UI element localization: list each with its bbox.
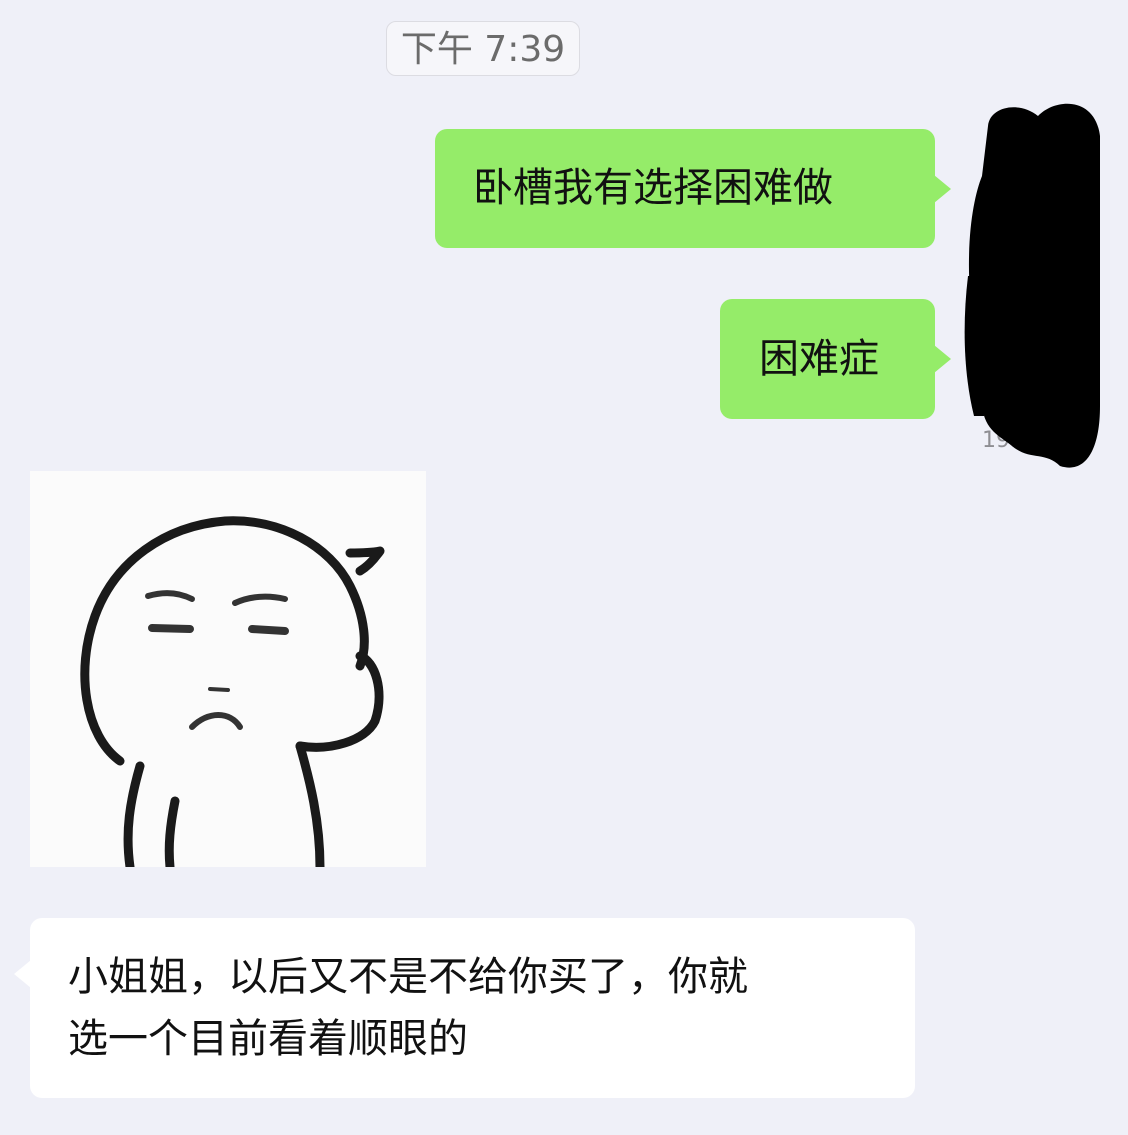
redaction-scribble xyxy=(964,103,1100,468)
thinking-face-sticker-image xyxy=(80,516,385,872)
chat-screen: 下午 7:39 卧槽我有选择困难做 困难症 19:3 xyxy=(0,0,1128,1135)
message-text: 困难症 xyxy=(759,336,879,382)
thinking-face-sticker[interactable] xyxy=(30,471,426,872)
message-text-line: 小姐姐，以后又不是不给你买了，你就 xyxy=(68,954,748,1000)
message-text: 卧槽我有选择困难做 xyxy=(473,165,833,211)
outgoing-message-bubble[interactable]: 卧槽我有选择困难做 xyxy=(435,129,951,248)
incoming-message-bubble[interactable]: 小姐姐，以后又不是不给你买了，你就 选一个目前看着顺眼的 xyxy=(14,918,915,1098)
time-divider: 下午 7:39 xyxy=(386,21,580,76)
message-text-line: 选一个目前看着顺眼的 xyxy=(68,1016,468,1062)
outgoing-message-bubble[interactable]: 困难症 xyxy=(720,299,951,419)
